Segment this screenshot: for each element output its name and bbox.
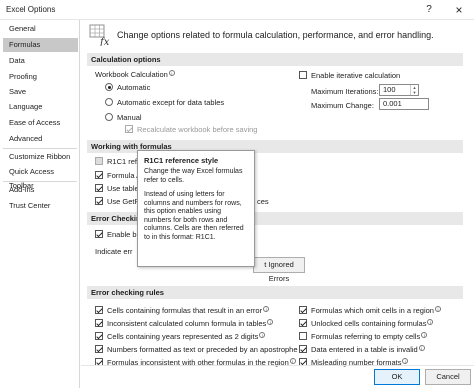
info-icon: i [418, 345, 425, 351]
nav-item-proofing[interactable]: Proofing [3, 70, 78, 84]
checkbox-rule-omit-cells[interactable] [299, 306, 307, 314]
reset-ignored-errors-button[interactable]: t Ignored Errors [253, 257, 305, 283]
checkbox-rule-two-digit-years[interactable] [95, 332, 103, 340]
checkbox-rule-table-data-invalid[interactable] [299, 345, 307, 353]
info-icon: i [434, 306, 441, 312]
checkbox-rule-formulas-result-error[interactable] [95, 306, 103, 314]
ok-button[interactable]: OK [374, 369, 420, 385]
nav-divider [3, 181, 77, 182]
window-title: Excel Options [6, 5, 56, 14]
nav-item-trust-center[interactable]: Trust Center [3, 199, 78, 213]
checkbox-formula-autocomplete[interactable] [95, 171, 103, 179]
radio-automatic[interactable] [105, 83, 113, 91]
tooltip-summary: Change the way Excel formulas refer to c… [144, 168, 243, 184]
formula-icon: fx [89, 24, 110, 46]
rule-label: Numbers formatted as text or preceded by… [107, 345, 305, 354]
rule-label: Cells containing formulas that result in… [107, 306, 270, 315]
info-icon: i [168, 70, 175, 76]
use-getpivotdata-label-tail: ces [257, 197, 269, 206]
checkbox-recalculate-before-saving[interactable] [125, 125, 133, 133]
info-icon: i [259, 332, 266, 338]
radio-manual[interactable] [105, 113, 113, 121]
rule-label: Inconsistent calculated column formula i… [107, 319, 274, 328]
spin-arrows-icon[interactable]: ▲ ▼ [410, 85, 418, 95]
checkbox-rule-inconsistent-calculated-column[interactable] [95, 319, 103, 327]
title-bar: Excel Options ? × [0, 0, 474, 20]
nav-item-general[interactable]: General [3, 22, 78, 36]
nav-item-advanced[interactable]: Advanced [3, 132, 78, 146]
nav-item-formulas[interactable]: Formulas [3, 38, 78, 52]
svg-text:fx: fx [99, 37, 110, 46]
use-table-names-label: Use table [107, 184, 139, 193]
rule-label: Unlocked cells containing formulas i [311, 319, 434, 328]
checkbox-rule-unlocked-cells[interactable] [299, 319, 307, 327]
info-icon: i [263, 306, 270, 312]
checkbox-rule-empty-cells[interactable] [299, 332, 307, 340]
enable-iterative-label: Enable iterative calculation [311, 71, 401, 80]
info-icon: i [427, 319, 434, 325]
max-change-label: Maximum Change: [311, 101, 374, 110]
close-button[interactable]: × [448, 2, 470, 18]
radio-automatic-except-tables-label: Automatic except for data tables [117, 98, 225, 107]
enable-background-error-checking-label: Enable b [107, 230, 137, 239]
checkbox-use-table-names[interactable] [95, 184, 103, 192]
nav-item-ease-of-access[interactable]: Ease of Access [3, 116, 78, 130]
nav-item-quick-access-toolbar[interactable]: Quick Access Toolbar [3, 165, 78, 190]
nav-divider [3, 148, 77, 149]
options-nav: General Formulas Data Proofing Save Lang… [0, 20, 80, 388]
nav-item-add-ins[interactable]: Add-ins [3, 183, 78, 197]
section-calculation-options: Calculation options [87, 53, 463, 66]
checkbox-enable-iterative[interactable] [299, 71, 307, 79]
max-iterations-label: Maximum Iterations: [311, 87, 379, 96]
checkbox-enable-background-error-checking[interactable] [95, 230, 103, 238]
rule-label: Cells containing years represented as 2 … [107, 332, 266, 341]
tooltip-detail: Instead of using letters for columns and… [144, 191, 244, 241]
rule-label: Data entered in a table is invalid i [311, 345, 425, 354]
r1c1-tooltip: R1C1 reference style Change the way Exce… [137, 150, 255, 267]
cancel-button[interactable]: Cancel [425, 369, 471, 385]
tooltip-title: R1C1 reference style [144, 156, 219, 165]
max-iterations-input[interactable]: 100 ▲ ▼ [379, 84, 419, 96]
info-icon: i [421, 332, 428, 338]
help-button[interactable]: ? [418, 2, 440, 18]
info-icon: i [267, 319, 274, 325]
radio-automatic-label: Automatic [117, 83, 151, 92]
workbook-calculation-label: Workbook Calculation i [95, 70, 175, 79]
max-change-input[interactable]: 0.001 [379, 98, 429, 110]
rule-label: Formulas referring to empty cells i [311, 332, 428, 341]
checkbox-use-getpivotdata[interactable] [95, 197, 103, 205]
nav-item-customize-ribbon[interactable]: Customize Ribbon [3, 150, 78, 164]
radio-manual-label: Manual [117, 113, 142, 122]
page-description: Change options related to formula calcul… [117, 30, 434, 40]
checkbox-rule-numbers-as-text[interactable] [95, 345, 103, 353]
nav-item-language[interactable]: Language [3, 100, 78, 114]
footer-divider [81, 365, 474, 366]
rule-label: Formulas which omit cells in a region i [311, 306, 441, 315]
radio-automatic-except-tables[interactable] [105, 98, 113, 106]
recalculate-before-saving-label: Recalculate workbook before saving [137, 125, 258, 134]
info-icon: i [289, 358, 296, 364]
checkbox-r1c1[interactable] [95, 157, 103, 165]
indicate-errors-label: Indicate err [95, 247, 133, 256]
nav-item-save[interactable]: Save [3, 85, 78, 99]
info-icon: i [402, 358, 409, 364]
nav-item-data[interactable]: Data [3, 54, 78, 68]
section-error-checking-rules: Error checking rules [87, 286, 463, 299]
